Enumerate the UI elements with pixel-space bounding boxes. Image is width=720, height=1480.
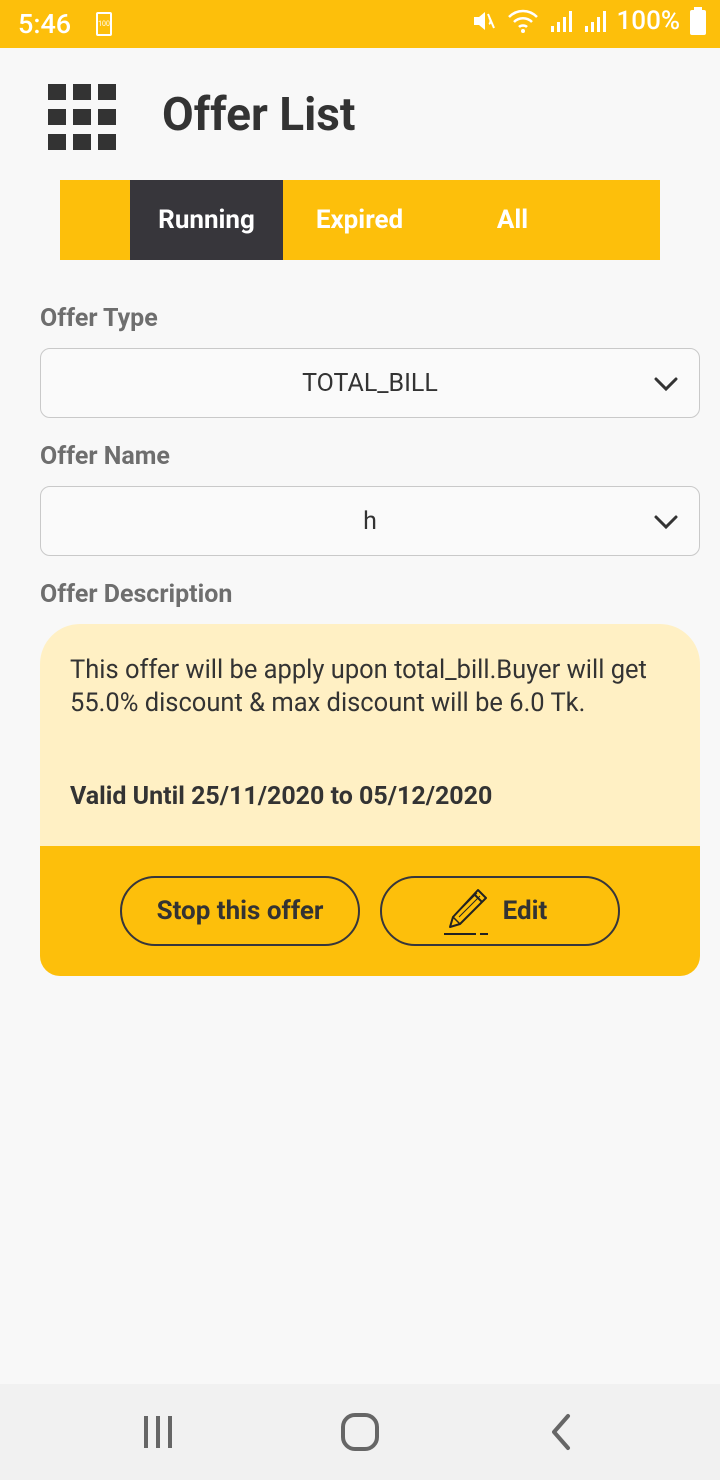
battery-saver-icon: 100 — [96, 12, 112, 36]
chevron-down-icon — [654, 377, 678, 392]
offer-type-value: TOTAL_BILL — [302, 368, 438, 398]
page-title: Offer List — [162, 88, 356, 142]
offer-tabs: Running Expired All — [60, 180, 660, 260]
offer-type-label: Offer Type — [40, 304, 158, 333]
edit-offer-button[interactable]: Edit — [380, 876, 620, 946]
stop-offer-button[interactable]: Stop this offer — [120, 876, 360, 946]
offer-name-label: Offer Name — [40, 442, 170, 471]
offer-card: This offer will be apply upon total_bill… — [40, 624, 700, 976]
offer-description-label: Offer Description — [40, 580, 233, 609]
mute-icon — [473, 12, 495, 30]
chevron-down-icon — [654, 515, 678, 530]
wifi-icon — [507, 9, 538, 33]
edit-label: Edit — [502, 896, 548, 926]
system-nav-bar — [0, 1384, 720, 1480]
status-bar: 5:46 100 100% — [0, 0, 720, 48]
tab-expired[interactable]: Expired — [283, 180, 436, 260]
signal-icon-2 — [584, 11, 606, 32]
tab-all[interactable]: All — [436, 180, 589, 260]
status-icons: 100% — [471, 6, 706, 36]
offer-validity: Valid Until 25/11/2020 to 05/12/2020 — [70, 782, 493, 811]
header: Offer List — [0, 48, 720, 180]
signal-icon-1 — [550, 11, 572, 32]
status-time: 5:46 — [18, 8, 72, 40]
offer-name-select[interactable]: h — [40, 486, 700, 556]
offer-name-value: h — [363, 506, 377, 536]
pencil-icon — [444, 889, 488, 935]
home-icon[interactable] — [340, 1412, 380, 1452]
grid-menu-icon[interactable] — [48, 84, 116, 152]
recent-apps-icon[interactable] — [140, 1414, 176, 1450]
offer-description-text: This offer will be apply upon total_bill… — [70, 655, 647, 718]
tab-running[interactable]: Running — [130, 180, 283, 260]
battery-icon — [690, 7, 706, 35]
offer-actions: Stop this offer Edit — [40, 846, 700, 976]
battery-percent: 100% — [616, 6, 680, 36]
back-icon[interactable] — [546, 1412, 576, 1452]
offer-type-select[interactable]: TOTAL_BILL — [40, 348, 700, 418]
